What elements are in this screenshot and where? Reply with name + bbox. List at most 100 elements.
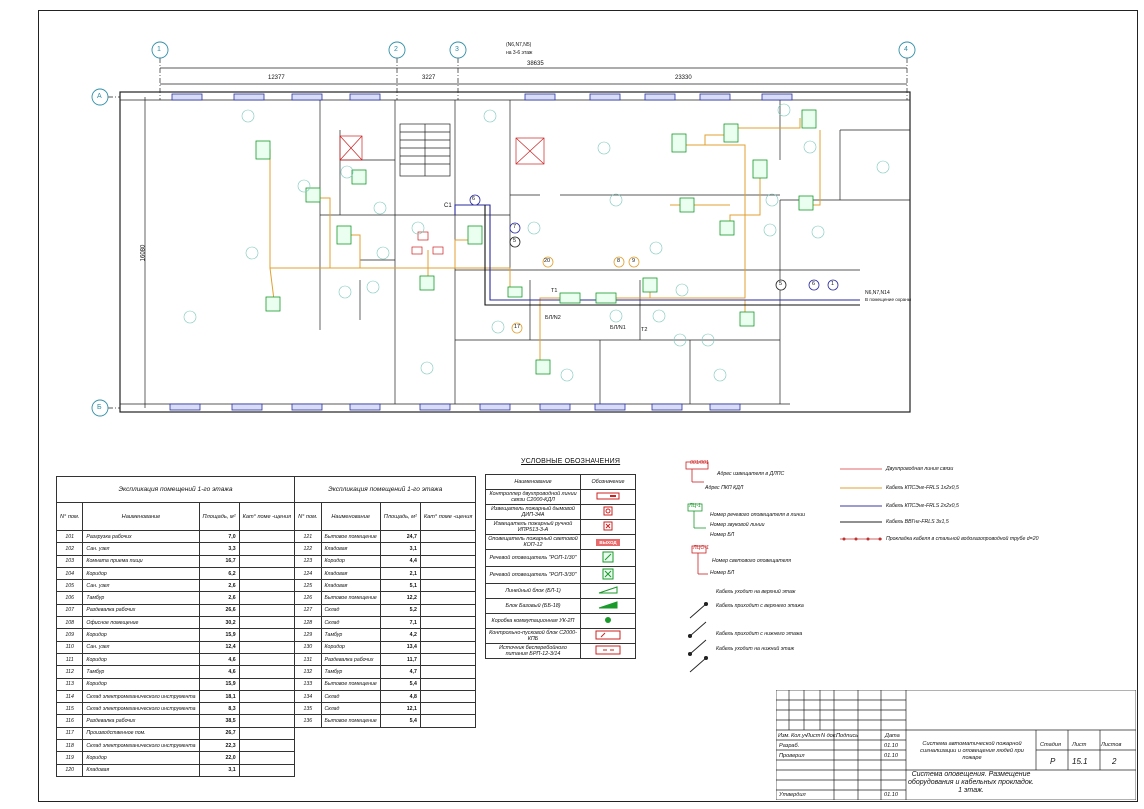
- explication-title-right: Экспликация помещений 1-го этажа: [294, 476, 477, 503]
- stamp-col-list: Лист: [806, 733, 821, 739]
- note-cable-down: Кабель уходит на нижний этаж: [716, 646, 795, 652]
- room-name: Сан. узел: [82, 640, 200, 654]
- col-num-right: N° пом.: [294, 502, 322, 531]
- explication-title: Экспликация помещений 1-го этажа: [55, 476, 296, 503]
- room-category: [419, 579, 477, 593]
- empty-cell: [295, 727, 321, 739]
- room-name: Комната приема пищи: [82, 554, 200, 568]
- line-number-20: 20: [544, 258, 551, 264]
- room-category: [238, 542, 296, 556]
- room-area: 3,1: [379, 542, 421, 556]
- room-category: [419, 603, 477, 618]
- note-light-tag: ЛЦО-1: [693, 545, 709, 551]
- note-cable-from-down: Кабель приходит с нижнего этажа: [716, 631, 803, 637]
- room-number: 135: [294, 702, 322, 716]
- room-category: [238, 579, 296, 593]
- note-speaker-1: Номер речевого оповещателя в линии: [710, 512, 805, 518]
- room-name: Склад: [320, 603, 381, 618]
- table-row: 118 Склад электромеханического инструмент…: [55, 739, 476, 753]
- note-cable-from-up: Кабель приходит с верхнего этажа: [716, 603, 804, 609]
- room-number: 131: [294, 652, 322, 667]
- room-area: 16,7: [198, 554, 240, 568]
- room-number: 121: [294, 529, 322, 544]
- legend-item-name: Коробка коммутационная УК-2П: [485, 613, 581, 629]
- room-number: 115: [55, 702, 84, 716]
- legend-item-name: Источник бесперебойного питания БРП-12-3…: [485, 643, 581, 659]
- room-area: 3,1: [198, 763, 240, 777]
- col-name: Наименование: [82, 502, 200, 531]
- speaker-rop1-symbol: [580, 549, 636, 567]
- axis-label-4: 4: [904, 46, 908, 53]
- stamp-role-approver: Утвердил: [779, 792, 806, 798]
- room-area: 3,3: [198, 542, 240, 556]
- room-name: Тамбур: [82, 591, 200, 605]
- room-number: 122: [294, 542, 322, 556]
- stamp-col-doc: N док.: [821, 733, 837, 739]
- cable-legend-lines: [840, 468, 882, 541]
- empty-cell: [321, 727, 380, 739]
- block-label-t2: Т2: [641, 327, 648, 333]
- room-name: Кладовая: [82, 763, 200, 777]
- col-area: Площадь, м²: [198, 502, 240, 531]
- room-number: 106: [55, 591, 84, 605]
- room-name: Бытовое помещение: [320, 714, 381, 728]
- legend-row: Блок Базовый (ББ-18): [485, 598, 636, 614]
- room-area: 5,4: [379, 714, 421, 728]
- room-area: 4,7: [379, 665, 421, 679]
- table-row: 110 Сан. узел 12,4 130 Коридор 13,4: [55, 640, 477, 654]
- stamp-col-izm: Изм.: [778, 733, 790, 739]
- legend-row: Источник бесперебойного питания БРП-12-3…: [485, 643, 636, 659]
- cable-line-2: Кабель КПСЭнг-FRLS 1х2х0,5: [886, 485, 959, 491]
- room-number: 136: [294, 714, 322, 728]
- note-light-2: Номер БЛ: [710, 570, 735, 576]
- stamp-stage-label: Стадия: [1040, 742, 1061, 748]
- note-cable-up: Кабель уходит на верхний этаж: [716, 589, 796, 595]
- room-name: Тамбур: [320, 665, 381, 679]
- room-number: 103: [55, 554, 84, 568]
- stamp-col-date: Дата: [885, 733, 900, 739]
- empty-cell: [321, 764, 380, 776]
- room-area: 4,2: [379, 628, 421, 642]
- manual-call-point-symbol: [580, 519, 636, 535]
- explication-table: Экспликация помещений 1-го этажа Эксплик…: [55, 476, 477, 777]
- room-category: [238, 591, 296, 605]
- note-speaker-tag: ЛЦ-1: [689, 503, 701, 509]
- legend-item-name: Контроллер двухпроводной линии связи С20…: [485, 489, 581, 505]
- room-name: Офисное помещение: [82, 616, 200, 630]
- room-name: Кладовая: [320, 566, 381, 581]
- empty-cell: [380, 752, 420, 764]
- room-category: [419, 529, 477, 544]
- stamp-date-checker: 01.10: [884, 753, 898, 759]
- room-name: Сан. узел: [82, 579, 200, 593]
- empty-cell: [295, 764, 321, 776]
- room-category: [419, 652, 477, 667]
- empty-cell: [380, 740, 420, 752]
- room-area: 13,4: [379, 640, 421, 654]
- room-category: [419, 616, 477, 630]
- stamp-sheet: 15.1: [1072, 757, 1088, 766]
- riser-note-line-1: (N6,N7,N5): [506, 42, 532, 48]
- room-name: Склад: [320, 702, 381, 716]
- room-area: 26,7: [198, 726, 240, 741]
- note-speaker-2: Номер звуковой линии: [710, 522, 765, 528]
- legend-item-name: Линейный блок (БЛ-1): [485, 583, 581, 599]
- room-category: [238, 566, 296, 581]
- legend-item-name: Оповещатель пожарный световой КОП-12: [485, 534, 581, 550]
- ups-symbol: [580, 643, 636, 659]
- controller-symbol: [580, 489, 636, 505]
- line-number-6: 6: [472, 196, 476, 202]
- dimension-23330: 23330: [675, 75, 692, 81]
- table-row: 115 Склад электромеханического инструмент…: [55, 702, 477, 716]
- legend-item-name: Извещатель пожарный дымовой ДИП-34А: [485, 504, 581, 520]
- junction-box-symbol: [580, 613, 636, 629]
- room-number: 102: [55, 542, 84, 556]
- room-area: 30,2: [198, 616, 240, 630]
- room-category: [238, 640, 296, 654]
- room-number: 105: [55, 579, 84, 593]
- table-row: 101 Разгрузка рабочих 7,0 121 Бытовое помеще…: [55, 529, 477, 544]
- room-name: Коридор: [82, 751, 200, 765]
- table-row: 116 Раздевалка рабочих 38,5 136 Бытовое поме…: [55, 714, 477, 728]
- room-category: [419, 677, 477, 691]
- room-number: 127: [294, 603, 322, 618]
- room-number: 129: [294, 628, 322, 642]
